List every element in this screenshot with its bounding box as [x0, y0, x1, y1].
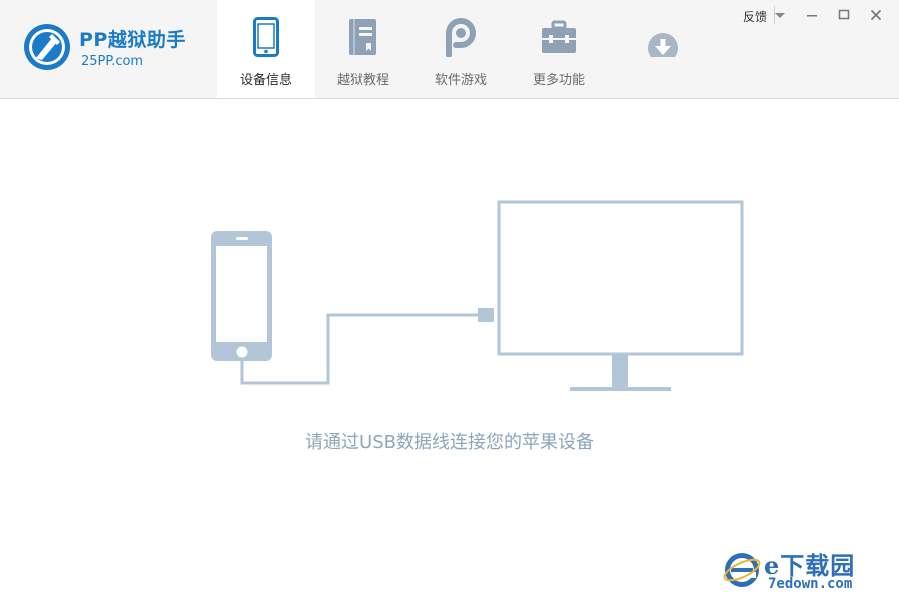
close-icon: [870, 9, 882, 21]
usb-cable-illustration: [240, 308, 494, 385]
tab-more-features[interactable]: 更多功能: [510, 0, 608, 98]
feedback-link[interactable]: 反馈: [743, 8, 767, 25]
usb-connection-illustration: [211, 200, 744, 391]
maximize-icon: [838, 9, 850, 20]
tab-software-games[interactable]: 软件游戏: [412, 0, 510, 98]
minimize-icon: [807, 15, 817, 17]
watermark-url: 7edown.com: [768, 576, 853, 592]
toolbox-icon: [542, 20, 576, 53]
pp-jailbreak-logo-icon: [24, 24, 70, 70]
pp-icon: [446, 18, 476, 57]
book-icon: [349, 19, 376, 55]
tab-label: 设备信息: [239, 73, 292, 88]
menu-dropdown-button[interactable]: [769, 4, 791, 26]
connect-device-hint: 请通过USB数据线连接您的苹果设备: [305, 432, 594, 453]
app-website: 25PP.com: [81, 54, 144, 69]
phone-icon: [253, 17, 279, 57]
minimize-button[interactable]: [801, 4, 823, 26]
download-icon: [648, 33, 678, 57]
ie-logo-icon: [723, 553, 761, 587]
app-title: PP越狱助手: [79, 29, 186, 51]
tab-label: 更多功能: [532, 73, 585, 88]
top-toolbar: PP越狱助手 25PP.com 设备信息 越狱教程 软件游戏 更多功能 反馈: [0, 0, 899, 99]
iphone-illustration: [211, 231, 272, 361]
app-logo: PP越狱助手 25PP.com: [22, 22, 192, 78]
tab-device-info[interactable]: 设备信息: [217, 0, 315, 98]
tab-download[interactable]: [614, 0, 712, 98]
tab-label: 软件游戏: [434, 73, 487, 88]
chevron-down-icon: [775, 13, 785, 18]
tab-jailbreak-tutorial[interactable]: 越狱教程: [314, 0, 412, 98]
maximize-button[interactable]: [833, 4, 855, 26]
watermark: е下载园 7edown.com: [720, 544, 896, 596]
monitor-illustration: [497, 200, 744, 391]
tab-label: 越狱教程: [336, 73, 389, 88]
close-button[interactable]: [865, 4, 887, 26]
